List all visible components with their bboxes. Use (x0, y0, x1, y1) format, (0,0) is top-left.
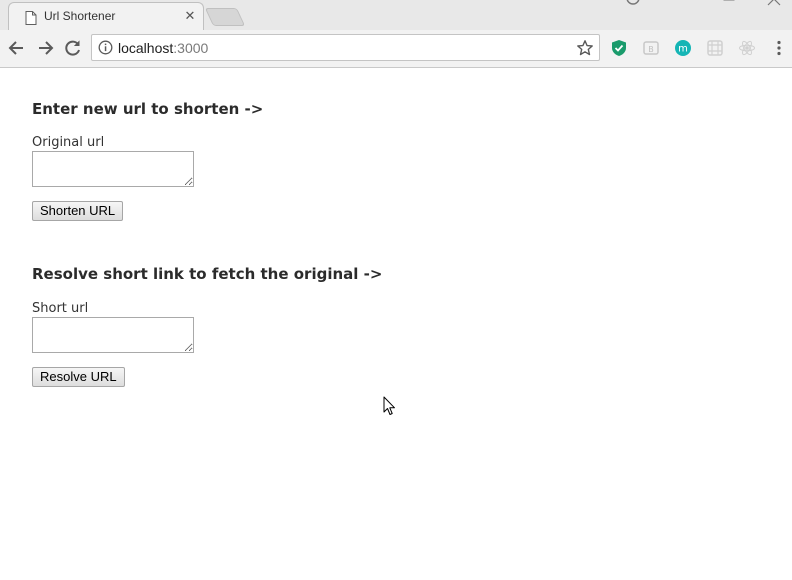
browser-menu-icon[interactable] (775, 40, 783, 56)
reload-icon[interactable] (63, 38, 83, 58)
info-icon[interactable] (98, 40, 113, 55)
url-port: :3000 (173, 40, 209, 56)
m-extension-icon[interactable]: m (674, 39, 692, 57)
tab-title: Url Shortener (44, 9, 116, 23)
address-bar[interactable]: localhost:3000 (91, 34, 600, 61)
svg-text:m: m (678, 44, 688, 55)
browser-chrome: Url Shortener ✕ localhost:3000 B m (0, 0, 792, 68)
url-text: localhost:3000 (118, 40, 208, 56)
svg-text:B: B (648, 45, 654, 54)
new-tab-button[interactable] (204, 8, 246, 26)
browser-tab[interactable]: Url Shortener ✕ (8, 2, 204, 30)
tab-close-icon[interactable]: ✕ (182, 8, 198, 24)
shield-extension-icon[interactable] (610, 39, 628, 57)
shorten-heading: Enter new url to shorten -> (32, 100, 264, 118)
short-url-input[interactable] (32, 317, 194, 353)
short-url-label: Short url (32, 301, 89, 316)
bi-extension-icon[interactable]: B (642, 39, 660, 57)
tab-strip: Url Shortener ✕ (0, 0, 792, 30)
maximize-icon[interactable] (722, 0, 736, 6)
browser-toolbar: localhost:3000 B m (0, 30, 792, 67)
original-url-label: Original url (32, 135, 105, 150)
close-window-icon[interactable] (767, 0, 781, 6)
mouse-cursor-icon (383, 396, 395, 415)
shorten-url-button[interactable]: Shorten URL (32, 201, 124, 221)
resolve-heading: Resolve short link to fetch the original… (32, 265, 383, 283)
original-url-input[interactable] (32, 151, 194, 187)
url-host: localhost (118, 40, 174, 56)
document-icon (25, 11, 37, 25)
forward-icon[interactable] (35, 38, 55, 58)
react-extension-icon[interactable] (738, 39, 756, 57)
grid-extension-icon[interactable] (706, 39, 724, 57)
profile-icon[interactable] (626, 0, 640, 6)
back-icon[interactable] (7, 38, 27, 58)
resolve-url-button[interactable]: Resolve URL (32, 367, 125, 387)
page-content: Enter new url to shorten -> Original url… (0, 68, 792, 580)
bookmark-star-icon[interactable] (576, 39, 594, 57)
